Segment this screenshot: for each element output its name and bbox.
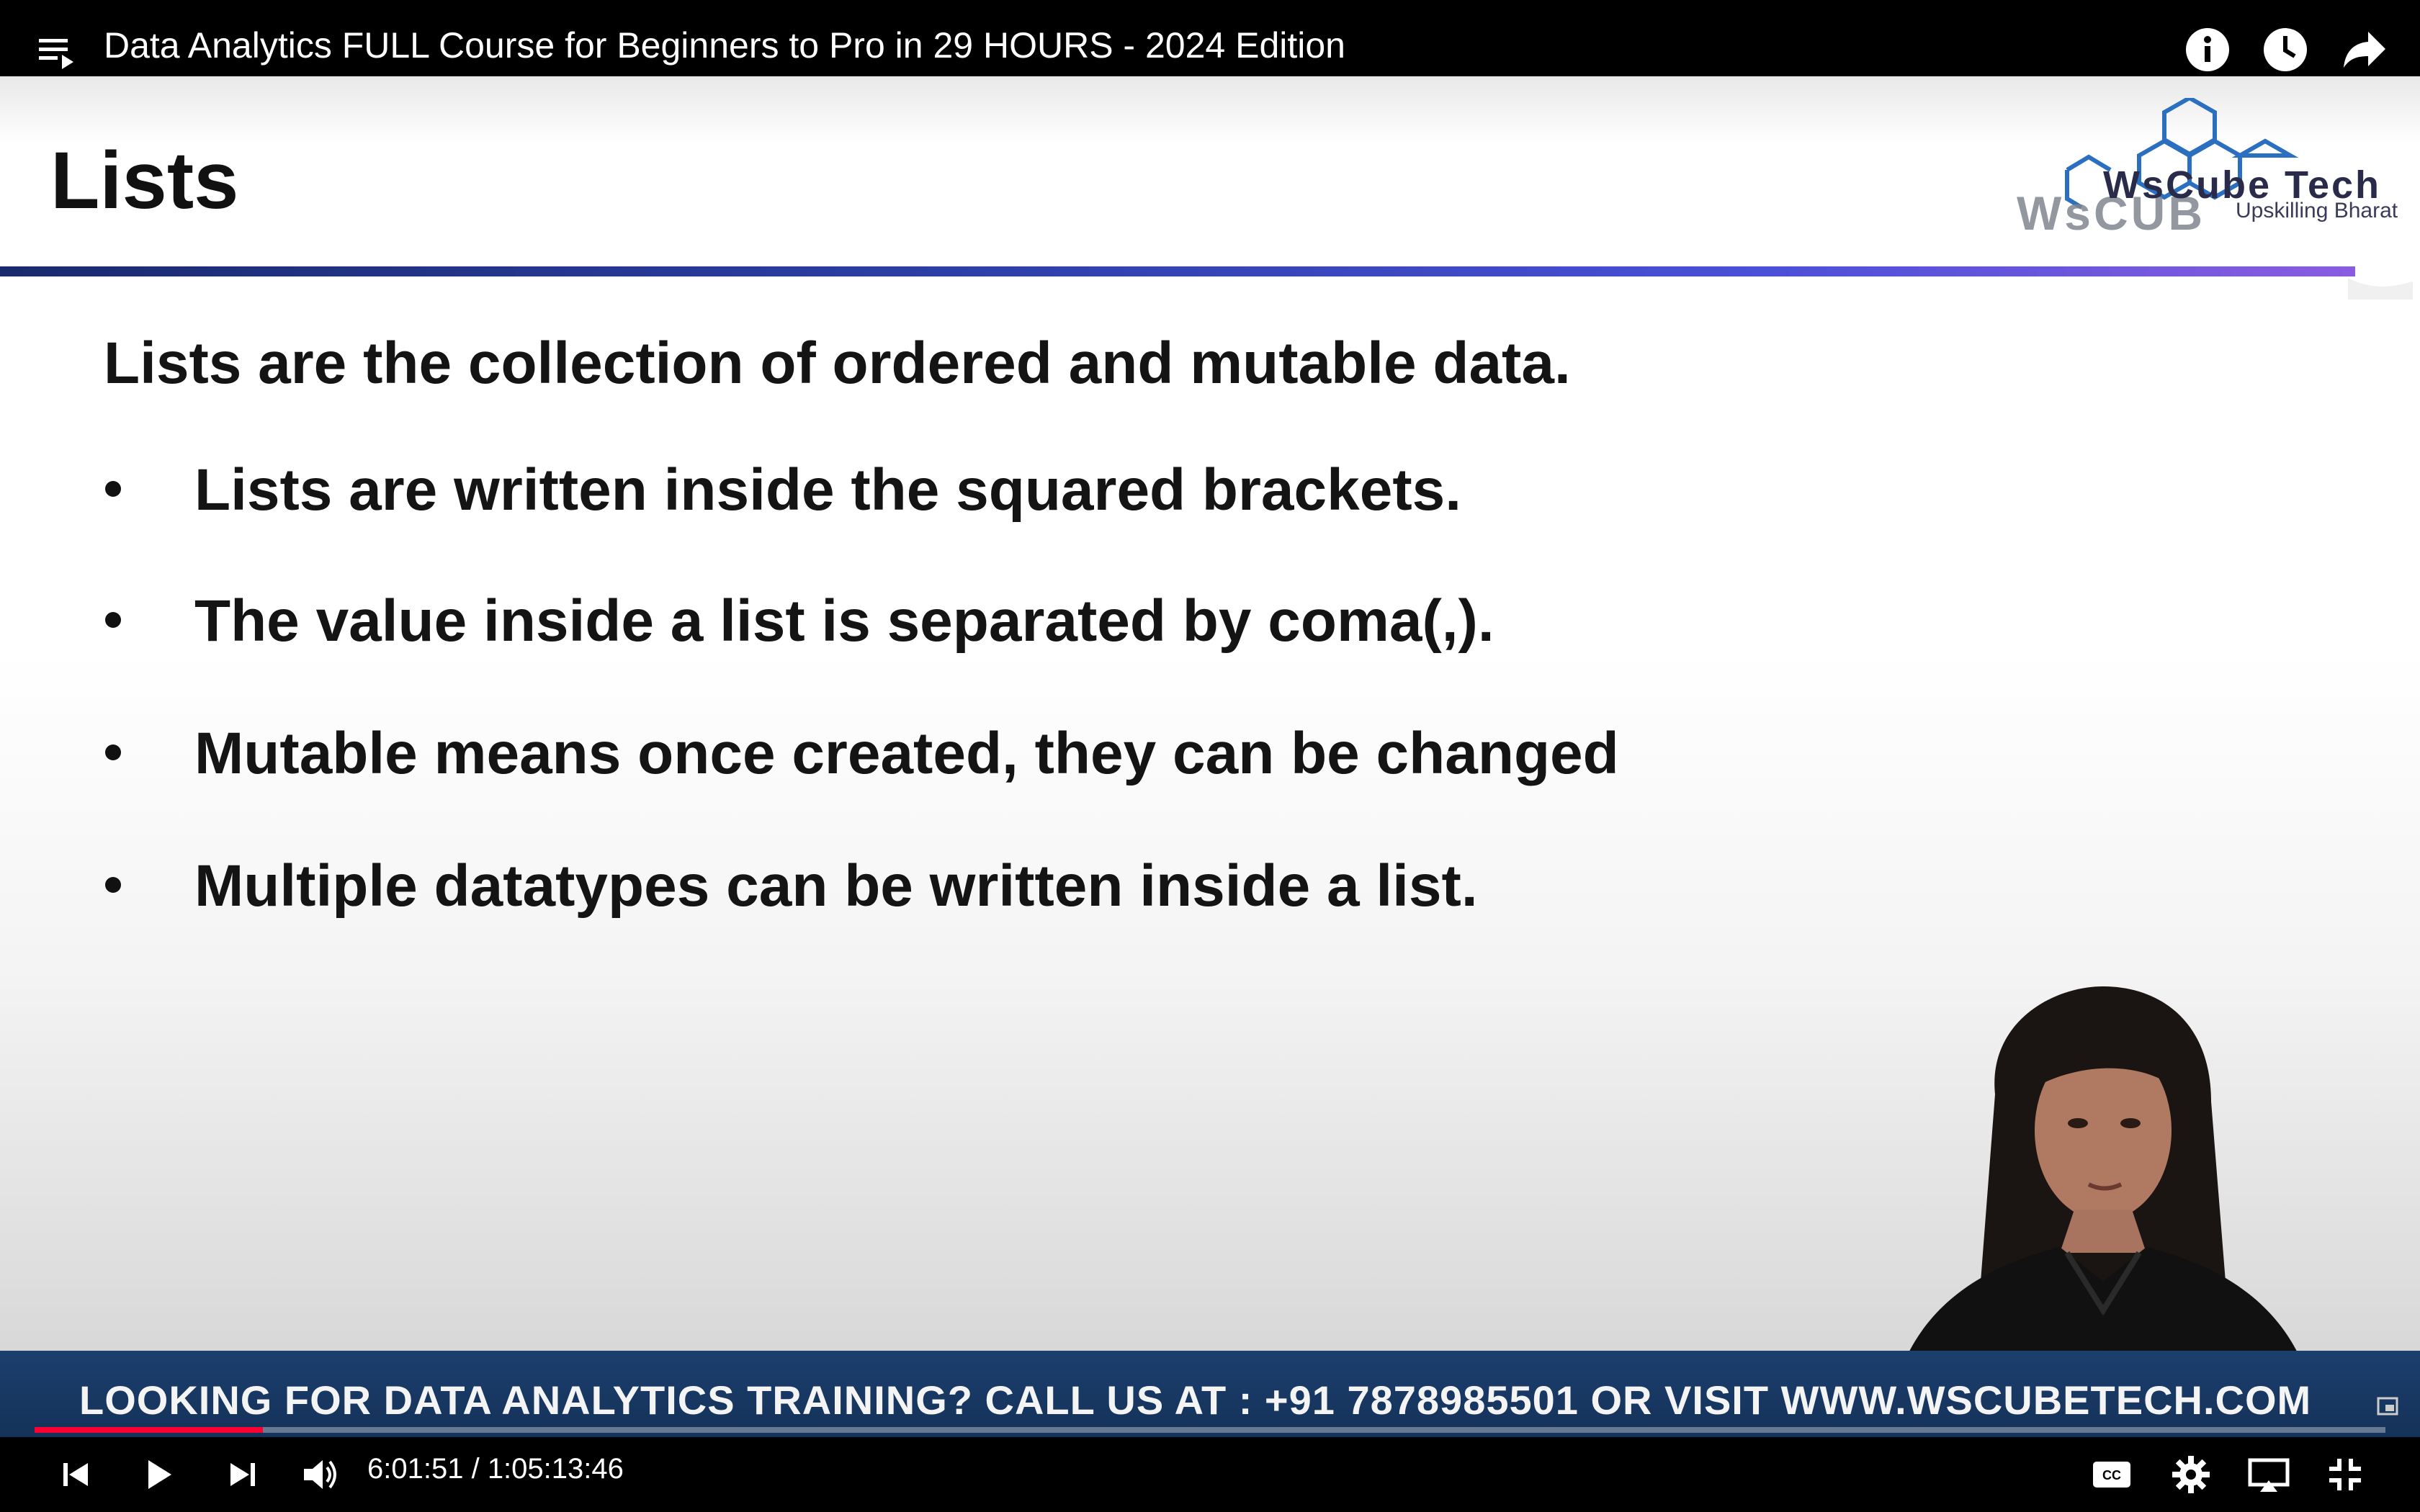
video-title[interactable]: Data Analytics FULL Course for Beginners… [104, 24, 1345, 66]
promo-banner-text: LOOKING FOR DATA ANALYTICS TRAINING? CAL… [79, 1377, 2312, 1423]
control-bar: 6:01:51 / 1:05:13:46 CC [0, 1437, 2420, 1512]
presenter-image [1909, 986, 2297, 1351]
logo-tagline: Upskilling Bharat [2236, 199, 2398, 222]
slide: Lists WsCUB WsCube Tech Upskilling Bhara… [0, 76, 2420, 1351]
svg-text:CC: CC [2102, 1468, 2121, 1482]
slide-title: Lists [50, 135, 239, 225]
time-separator: / [463, 1453, 488, 1485]
miniplayer-icon[interactable] [2377, 1395, 2398, 1417]
play-icon[interactable] [137, 1453, 180, 1496]
share-icon[interactable] [2341, 26, 2388, 73]
video-player[interactable]: Data Analytics FULL Course for Beginners… [0, 0, 2420, 1512]
bullet-dot-icon [105, 481, 121, 497]
previous-icon[interactable] [55, 1453, 98, 1496]
bullet-dot-icon [105, 877, 121, 893]
next-icon[interactable] [220, 1453, 264, 1496]
cast-icon[interactable] [2247, 1453, 2290, 1496]
progress-bar[interactable] [35, 1427, 2385, 1433]
current-time: 6:01:51 [367, 1453, 464, 1485]
time-display: 6:01:51 / 1:05:13:46 [367, 1453, 624, 1485]
info-icon[interactable] [2184, 26, 2231, 73]
watch-later-icon[interactable] [2262, 26, 2309, 73]
bullet-text: Lists are written inside the squared bra… [194, 457, 1462, 523]
bullet-text: Mutable means once created, they can be … [194, 721, 1619, 786]
bullet-dot-icon [105, 744, 121, 760]
captions-icon[interactable]: CC [2090, 1453, 2133, 1496]
top-bar: Data Analytics FULL Course for Beginners… [0, 0, 2420, 76]
playlist-icon[interactable] [37, 33, 78, 73]
settings-icon[interactable] [2169, 1453, 2213, 1496]
volume-icon[interactable] [298, 1453, 341, 1496]
exit-fullscreen-icon[interactable] [2323, 1453, 2367, 1496]
duration: 1:05:13:46 [487, 1453, 624, 1485]
bullet-dot-icon [105, 612, 121, 628]
slide-lead-text: Lists are the collection of ordered and … [104, 330, 1571, 396]
bullet-text: The value inside a list is separated by … [194, 588, 1494, 654]
progress-played [35, 1427, 263, 1433]
header-divider [0, 266, 2355, 276]
bullet-text: Multiple datatypes can be written inside… [194, 853, 1478, 919]
